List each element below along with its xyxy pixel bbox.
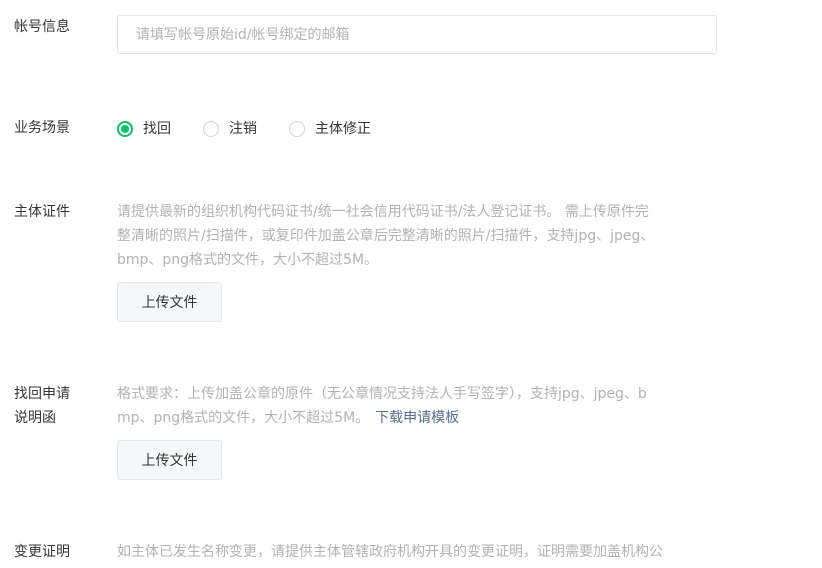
recovery-letter-hint: 格式要求：上传加盖公章的原件（无公章情况支持法人手写签字），支持jpg、jpeg… — [117, 382, 709, 430]
recovery-letter-label: 找回申请 说明函 — [14, 382, 70, 430]
radio-entity-correction-label: 主体修正 — [315, 121, 371, 137]
radio-entity-correction-indicator[interactable] — [289, 121, 305, 137]
entity-cert-upload-button[interactable]: 上传文件 — [117, 282, 222, 322]
account-info-input[interactable] — [117, 15, 717, 54]
radio-cancel-account-label: 注销 — [229, 121, 257, 137]
change-proof-hint: 如主体已发生名称变更，请提供主体管辖政府机构开具的变更证明，证明需要加盖机构公 — [117, 540, 709, 564]
radio-entity-correction[interactable]: 主体修正 — [289, 118, 371, 140]
business-scene-label: 业务场景 — [14, 120, 70, 136]
radio-recover[interactable]: 找回 — [117, 118, 171, 140]
radio-cancel-account[interactable]: 注销 — [203, 118, 257, 140]
radio-recover-label: 找回 — [143, 121, 171, 137]
recovery-letter-label-line-2: 说明函 — [14, 410, 56, 426]
recovery-letter-hint-line-1: 格式要求：上传加盖公章的原件（无公章情况支持法人手写签字），支持jpg、jpeg… — [117, 386, 647, 402]
account-info-label: 帐号信息 — [14, 19, 70, 35]
change-proof-hint-line-1: 如主体已发生名称变更，请提供主体管辖政府机构开具的变更证明，证明需要加盖机构公 — [117, 544, 663, 560]
recovery-letter-hint-line-2: mp、png格式的文件，大小不超过5M。 下载申请模板 — [117, 406, 709, 430]
business-scene-radio-group: 找回 注销 主体修正 — [117, 118, 403, 140]
entity-cert-hint: 请提供最新的组织机构代码证书/统一社会信用代码证书/法人登记证书。 需上传原件完… — [117, 200, 709, 272]
recovery-letter-label-line-1: 找回申请 — [14, 386, 70, 402]
change-proof-label: 变更证明 — [14, 544, 70, 560]
radio-recover-indicator[interactable] — [117, 121, 133, 137]
recovery-letter-upload-button[interactable]: 上传文件 — [117, 440, 222, 480]
entity-cert-label: 主体证件 — [14, 204, 70, 220]
entity-cert-hint-line-1: 请提供最新的组织机构代码证书/统一社会信用代码证书/法人登记证书。 需上传原件完 — [117, 204, 649, 220]
entity-cert-hint-line-2: 整清晰的照片/扫描件，或复印件加盖公章后完整清晰的照片/扫描件，支持jpg、jp… — [117, 228, 655, 244]
download-template-link[interactable]: 下载申请模板 — [375, 410, 459, 426]
radio-cancel-account-indicator[interactable] — [203, 121, 219, 137]
recovery-letter-hint-line-2-text: mp、png格式的文件，大小不超过5M。 — [117, 410, 370, 426]
entity-cert-hint-line-3: bmp、png格式的文件，大小不超过5M。 — [117, 252, 379, 268]
